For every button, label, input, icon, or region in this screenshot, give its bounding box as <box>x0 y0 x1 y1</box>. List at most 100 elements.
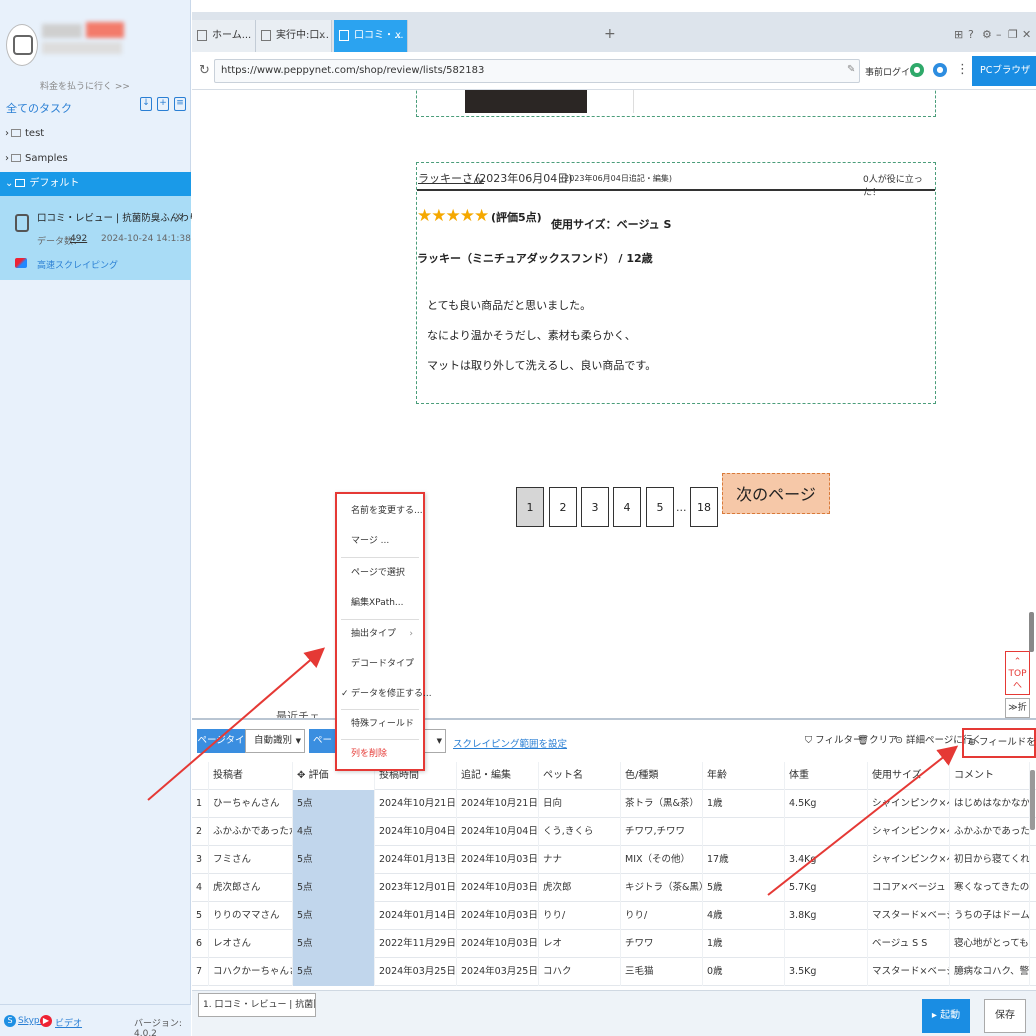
table-cell[interactable]: 0歳 <box>703 958 785 986</box>
close-icon[interactable]: x <box>175 211 181 222</box>
table-row[interactable]: 5 りりのママさん 5点 2024年01月14日 2024年10月03日 りり/りり/4歳… <box>192 902 1036 930</box>
table-row[interactable]: 3 フミさん 5点 2024年01月13日 2024年10月03日 ナナ MIX（その他） 1… <box>192 846 1036 874</box>
table-row[interactable]: 6 レオさん 5点 2022年11月29日 2024年10月03日 レオ チワワ 1歳 ベージュ… <box>192 930 1036 958</box>
fold-button[interactable]: ≫折る <box>1005 698 1030 718</box>
table-row[interactable]: 2ふかふかであったかそ...4点2024年10月04日2024年10月04日くう… <box>192 818 1036 846</box>
menu-special-field[interactable]: 特殊フィールド › <box>337 709 423 739</box>
table-cell[interactable]: 5点 <box>293 874 375 902</box>
page-button[interactable]: 1 <box>516 487 544 527</box>
table-cell[interactable]: 虎次郎 <box>539 874 621 902</box>
next-page-button[interactable]: 次のページ <box>722 473 830 514</box>
tree-item-test[interactable]: › test <box>0 122 191 146</box>
table-cell[interactable]: 4.5Kg <box>785 790 868 818</box>
table-cell[interactable]: コハク <box>539 958 621 986</box>
table-cell[interactable]: 5点 <box>293 958 375 986</box>
all-tasks-label[interactable]: 全てのタスク <box>6 100 72 116</box>
table-cell[interactable]: 茶トラ（黒&茶） <box>621 790 703 818</box>
table-cell[interactable]: チワワ,チワワ <box>621 818 703 846</box>
table-row[interactable]: 7コハクかーちゃんさん5点2024年03月25日2024年03月25日コハク三毛… <box>192 958 1036 986</box>
table-cell[interactable]: くう,きくら <box>539 818 621 846</box>
edit-icon[interactable]: ✎ <box>847 64 855 75</box>
table-cell[interactable]: 2024年01月14日 <box>375 902 457 930</box>
status-blue-icon[interactable]: ● <box>933 63 947 77</box>
table-cell[interactable]: 2024年10月04日 <box>375 818 457 846</box>
video-link[interactable]: ビデオ <box>55 1016 82 1029</box>
col-header[interactable]: 年齢 <box>703 762 785 790</box>
filter-button[interactable]: ⛉ フィルター <box>805 732 862 746</box>
table-cell[interactable]: ベージュ S S <box>868 930 950 958</box>
table-cell[interactable]: 初日から寝てくれまし... <box>950 846 1030 874</box>
col-header[interactable]: 投稿者 <box>209 762 293 790</box>
table-cell[interactable] <box>703 818 785 846</box>
import-icon[interactable]: ↓ <box>140 97 152 111</box>
col-header[interactable]: 使用サイズ <box>868 762 950 790</box>
help-icon[interactable]: ? <box>968 28 974 41</box>
page-button[interactable]: 3 <box>581 487 609 527</box>
page-type-select[interactable]: 自動識別 ▼ <box>245 729 305 753</box>
table-row[interactable]: 1 ひーちゃんさん 5点 2024年10月21日 2024年10月21日 日向 茶トラ（黒&… <box>192 790 1036 818</box>
table-cell[interactable]: 5歳 <box>703 874 785 902</box>
table-cell[interactable]: 5.7Kg <box>785 874 868 902</box>
tab-running[interactable]: 実行中:口... x <box>256 20 332 52</box>
table-cell[interactable]: 2024年10月21日 <box>375 790 457 818</box>
data-count-link[interactable]: 492 <box>70 234 87 244</box>
table-cell[interactable]: シャインピンク×ベージ... <box>868 790 950 818</box>
col-header[interactable]: ペット名 <box>539 762 621 790</box>
table-cell[interactable]: ふかふかであったかそ... <box>209 818 293 846</box>
table-cell[interactable] <box>785 930 868 958</box>
tab-home[interactable]: ホーム... <box>192 20 256 52</box>
table-cell[interactable]: レオさん <box>209 930 293 958</box>
save-button[interactable]: 保存 <box>984 999 1026 1033</box>
table-cell[interactable]: 17歳 <box>703 846 785 874</box>
table-cell[interactable]: コハクかーちゃんさん <box>209 958 293 986</box>
table-cell[interactable]: 5点 <box>293 902 375 930</box>
table-cell[interactable]: ナナ <box>539 846 621 874</box>
page-type2-select[interactable]: ▼ <box>422 729 446 753</box>
table-cell[interactable]: 4歳 <box>703 902 785 930</box>
table-cell[interactable]: 4点 <box>293 818 375 846</box>
menu-modify-data[interactable]: ✓ データを修正する... <box>337 679 432 709</box>
menu-rename[interactable]: 名前を変更する... <box>337 496 423 526</box>
settings-icon[interactable]: ⚙ <box>982 28 992 41</box>
page-button[interactable]: 2 <box>549 487 577 527</box>
table-cell[interactable]: 5点 <box>293 790 375 818</box>
start-button[interactable]: ▸ 起動 <box>922 999 970 1033</box>
table-cell[interactable]: 3.5Kg <box>785 958 868 986</box>
table-cell[interactable]: マスタード×ベージュ... <box>868 958 950 986</box>
menu-select-on-page[interactable]: ページで選択 <box>337 558 423 588</box>
task-tab[interactable]: 1. 口コミ・レビュー | 抗菌防臭ふ... <box>198 993 316 1017</box>
new-tab-icon[interactable]: + <box>604 26 616 42</box>
search-doc-icon[interactable]: ≡ <box>174 97 186 111</box>
table-cell[interactable]: MIX（その他） <box>621 846 703 874</box>
table-cell[interactable]: ココア×ベージュ S <box>868 874 950 902</box>
table-cell[interactable]: 5点 <box>293 846 375 874</box>
table-cell[interactable]: 5点 <box>293 930 375 958</box>
table-cell[interactable]: 2023年12月01日 <box>375 874 457 902</box>
new-task-icon[interactable]: + <box>157 97 169 111</box>
task-card[interactable]: 口コミ・レビュー | 抗菌防臭ふんわりカド... x データ数： 492 202… <box>0 196 226 280</box>
minimize-icon[interactable]: – <box>996 28 1002 41</box>
table-cell[interactable]: 2022年11月29日 <box>375 930 457 958</box>
table-cell[interactable]: りり/ <box>539 902 621 930</box>
col-header[interactable]: 色/種類 <box>621 762 703 790</box>
table-cell[interactable]: 2024年10月03日 <box>457 846 539 874</box>
gift-icon[interactable]: ⊞ <box>954 28 963 41</box>
table-cell[interactable]: 2024年03月25日 <box>457 958 539 986</box>
table-cell[interactable]: りり/ <box>621 902 703 930</box>
page-button-last[interactable]: 18 <box>690 487 718 527</box>
table-cell[interactable]: 寝心地がとっても良さ... <box>950 930 1030 958</box>
table-cell[interactable]: マスタード×ベージュ... <box>868 902 950 930</box>
table-cell[interactable]: 2024年10月21日 <box>457 790 539 818</box>
table-cell[interactable]: りりのママさん <box>209 902 293 930</box>
tree-item-samples[interactable]: › Samples <box>0 147 191 171</box>
review-card[interactable]: ラッキーさん (2023年06月04日) (2023年06月04日追記・編集) … <box>416 162 936 404</box>
table-cell[interactable]: 1歳 <box>703 930 785 958</box>
table-cell[interactable]: 2024年03月25日 <box>375 958 457 986</box>
col-header[interactable]: 体重 <box>785 762 868 790</box>
scraping-scope-link[interactable]: スクレイピング範囲を設定 <box>453 736 567 750</box>
table-cell[interactable]: 日向 <box>539 790 621 818</box>
pay-link[interactable]: 料金を払うに行く >> <box>40 79 130 92</box>
close-tab-icon[interactable]: x <box>319 20 325 52</box>
table-cell[interactable]: 虎次郎さん <box>209 874 293 902</box>
restore-icon[interactable]: ❐ <box>1008 28 1018 41</box>
